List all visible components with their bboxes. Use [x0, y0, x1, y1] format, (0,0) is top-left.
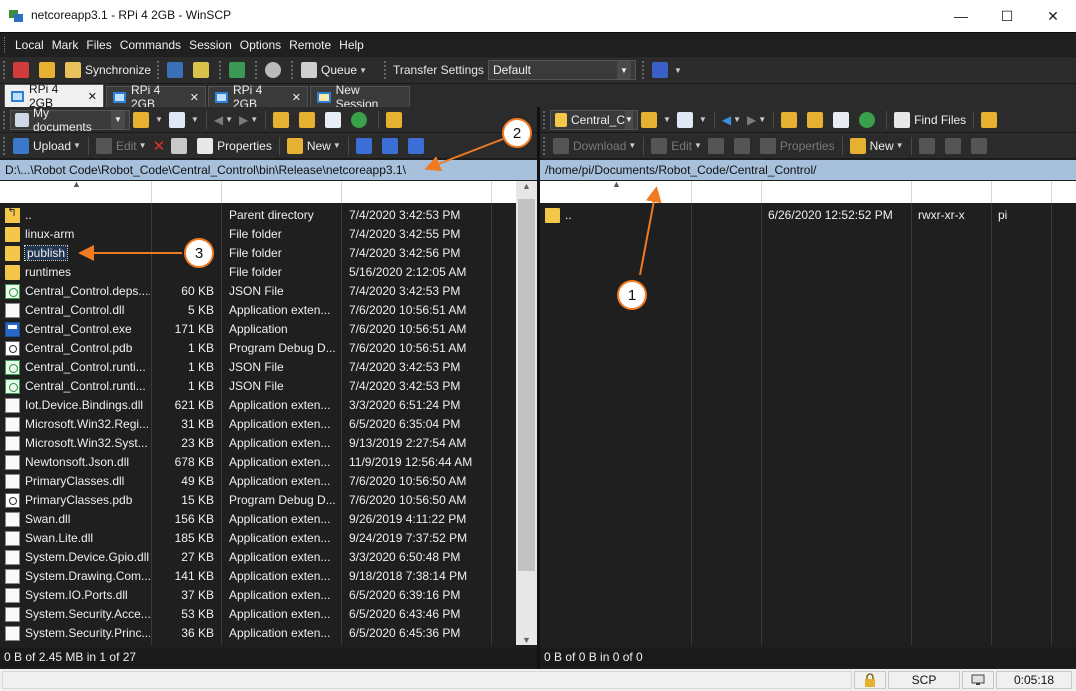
annotation-callout-3: 3: [184, 238, 214, 268]
annotation-callout-2: 2: [502, 118, 532, 148]
annotation-callout-1: 1: [617, 280, 647, 310]
annotation-arrow-2: [424, 138, 504, 172]
annotation-overlay: [78, 138, 662, 276]
annotation-arrow-1: [639, 186, 662, 276]
